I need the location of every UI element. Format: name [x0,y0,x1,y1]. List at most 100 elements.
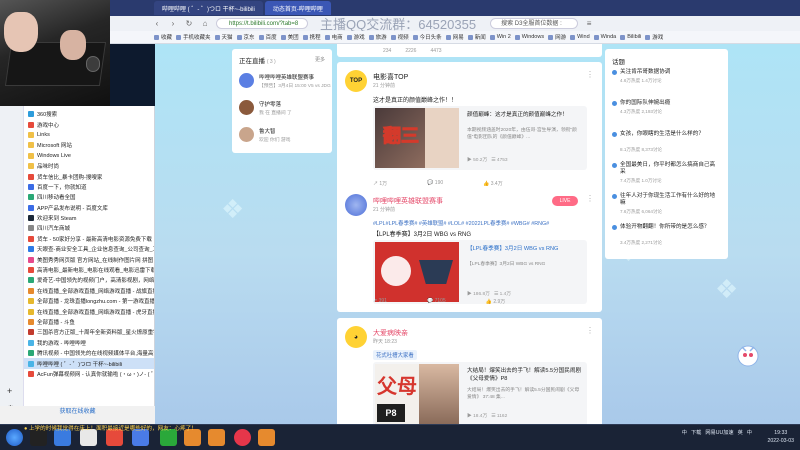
live-name[interactable]: 哔哩哔哩英雄联盟赛事 [259,73,314,81]
tray-item[interactable]: 中 [747,429,752,436]
bookmark-icon [154,34,159,40]
bookmark-item[interactable]: Winda [593,34,616,40]
add-icon[interactable]: + [7,386,12,396]
post-text: 【LPL春季赛】3月2日 WBG vs RNG [373,232,472,238]
author-name[interactable]: 哔哩哔哩英雄联盟赛事 [373,196,443,206]
live-name[interactable]: 鲁大智 [259,127,276,135]
more-options-icon[interactable]: ⋮ [586,194,594,203]
author-name[interactable]: 电影喜TOP [373,72,408,82]
topic-item[interactable]: 你的国际队伸婉出瘾 4.3万热度 2,193讨论 [612,100,722,128]
bookmark-item[interactable]: 旅游 [368,33,387,41]
topic-title[interactable]: 你的国际队伸婉出瘾 [620,100,720,107]
bookmark-item[interactable]: 新闻 [467,33,486,41]
topic-title[interactable]: 全国最美日，你平时都怎么搞商自己高采 [620,162,720,176]
stat-comment[interactable]: 2226 [405,48,416,54]
author-avatar[interactable]: TOP [345,70,367,92]
topic-tag[interactable]: 花式吐槽大家看 [373,350,417,360]
home-icon[interactable]: ⌂ [200,19,210,29]
bookmark-item[interactable]: 美团 [280,33,299,41]
topic-item[interactable]: 体验开物翻翻！你所带的是怎么感？ 3.4万热度 2,271讨论 [612,224,722,252]
topic-item[interactable]: 全国最美日，你平时都怎么搞商自己高采 7.4万热度 1.0万讨论 [612,162,722,190]
bookmark-item[interactable]: 电商 [324,33,343,41]
news-ticker[interactable]: ● 上学的时候我觉得在床上！面积最接近是哪些好的，网友：心疼了！ [24,424,294,434]
tab-dynamics[interactable]: 动态首页-哔哩哔哩 [264,1,331,15]
bookmark-item[interactable]: 视频 [390,33,409,41]
bookmark-item[interactable]: Wind [570,34,590,40]
reload-icon[interactable]: ↻ [184,19,194,29]
post-tags[interactable]: #LPL#LPL春季赛# #英雄联盟# #LOL# #2022LPL春季赛# #… [373,219,549,227]
bookmark-item[interactable]: 网易 [445,33,464,41]
topic-item[interactable]: 关注肯吊哥数据协调 4.6万热度 1.4万讨论 [612,69,722,97]
bookmark-item[interactable]: 携程 [302,33,321,41]
bookmark-item[interactable]: Windows [514,34,544,40]
embed-danmaku: 1.4万 [499,292,512,297]
bookmark-item[interactable]: 游戏 [346,33,365,41]
bookmark-item[interactable]: 百度 [258,33,277,41]
address-bar[interactable]: https://t.bilibili.com/?tab=8 [216,18,308,29]
more-options-icon[interactable]: ⋮ [586,70,594,79]
live-more-link[interactable]: 更多 [315,56,325,63]
sidebar-footer[interactable]: 获取在线收藏 [0,406,155,424]
video-thumbnail[interactable]: 父母 P8 [375,364,459,424]
tray-item[interactable]: 中 [682,429,687,436]
live-name[interactable]: 守护零落 [259,100,281,108]
video-thumbnail[interactable]: 翻三 [375,108,459,168]
tab-bilibili-home[interactable]: 哔哩哔哩 ( ゜- ゜)つロ 干杯~-bilibili [154,1,263,15]
menu-icon[interactable]: ≡ [584,19,594,29]
stat-like[interactable]: 4473 [430,48,441,54]
favicon-icon [28,360,34,367]
favorite-label: 品味时尚 [37,164,60,171]
tray-item[interactable]: 网易UU加速 [705,429,733,436]
topic-title[interactable]: 往年人对于你现生活工作有什么好的地嘛 [620,193,720,207]
back-icon[interactable]: ‹ [152,19,162,29]
bookmark-item[interactable]: Win 2 [489,34,511,40]
more-options-icon[interactable]: ⋮ [586,326,594,335]
live-item[interactable]: 守护零落我 在 直播间 了 [239,98,327,122]
live-avatar[interactable] [239,73,254,88]
live-item[interactable]: 鲁大智 欢迎 你们 游戏 [239,125,327,149]
start-icon[interactable] [6,429,23,446]
topic-item[interactable]: 往年人对于你现生活工作有什么好的地嘛 7.6万热度 6,064讨论 [612,193,722,221]
live-item[interactable]: 哔哩哔哩英雄联盟赛事 【预告】3月4日 15:00 V5 vs JDG [239,71,331,95]
floating-mascot-icon[interactable] [733,340,763,370]
like-button[interactable]: 👍 2.9万 [486,298,506,305]
search-input[interactable]: 搜索 D3全服首位数据 : [490,18,579,29]
video-embed[interactable]: 【LPL春季赛】3月2日 WBG vs RNG 【LPL春季赛】3月2日 WBG… [373,240,587,304]
author-avatar[interactable]: ◕ [345,326,367,348]
bookmark-item[interactable]: 今日头条 [412,33,442,41]
topic-title[interactable]: 关注肯吊哥数据协调 [620,69,720,76]
bookmark-item[interactable]: 天猫 [214,33,233,41]
embed-title[interactable]: 颜值巅峰：这才是真正的颜值巅峰之作！ [467,111,582,119]
embed-title[interactable]: 大结局！爆笑出去的手飞！解读5.5分国民闹剧《父母爱情》P8 [467,367,582,383]
embed-title[interactable]: 【LPL春季赛】3月2日 WBG vs RNG [467,245,582,253]
stat-share[interactable]: 234 [383,48,391,54]
clock[interactable]: 19:33 2022-03-03 [767,429,794,445]
bookmark-item[interactable]: 手机收藏夹 [176,33,211,41]
share-button[interactable]: ↗ 391 [373,298,387,305]
bookmark-label: 游戏 [353,35,365,41]
topic-item[interactable]: 女孩，你眼瞎的生活是什么样的？ 8.1万热度 8,373讨论 [612,131,722,159]
topic-title[interactable]: 体验开物翻翻！你所带的是怎么感？ [620,224,720,231]
favorite-label: 货车 - 50家好分享 - 最新高清电影资源免费下载 [37,236,152,243]
bookmark-item[interactable]: 收藏 [154,33,172,41]
tray-item[interactable]: 英 [738,429,743,436]
topic-title[interactable]: 女孩，你眼瞎的生活是什么样的？ [620,131,720,138]
comment-button[interactable]: 💬 7105 [427,298,446,305]
bookmark-item[interactable]: 游戏 [645,33,663,41]
bookmark-item[interactable]: 网游 [548,33,566,41]
forward-icon[interactable]: › [168,19,178,29]
favicon-icon [28,173,34,180]
live-avatar[interactable] [239,100,254,115]
topic-icon [612,101,617,106]
author-avatar[interactable] [345,194,367,216]
author-name[interactable]: 大爱病映亲 [373,328,408,338]
video-thumbnail[interactable] [375,242,459,302]
favicon-icon [28,339,34,346]
bookmark-item[interactable]: 京东 [236,33,255,41]
tray-item[interactable]: 下载 [691,429,701,436]
video-embed[interactable]: 父母 P8 大结局！爆笑出去的手飞！解读5.5分国民闹剧《父母爱情》P8 大结局… [373,362,587,424]
live-badge[interactable]: LIVE [552,196,578,206]
bookmark-item[interactable]: Bilibili [620,34,641,40]
live-avatar[interactable] [239,127,254,142]
video-embed[interactable]: 翻三 颜值巅峰：这才是真正的颜值巅峰之作！ 本期视频涵盖时2020年，由伍哥·宫… [373,106,587,170]
